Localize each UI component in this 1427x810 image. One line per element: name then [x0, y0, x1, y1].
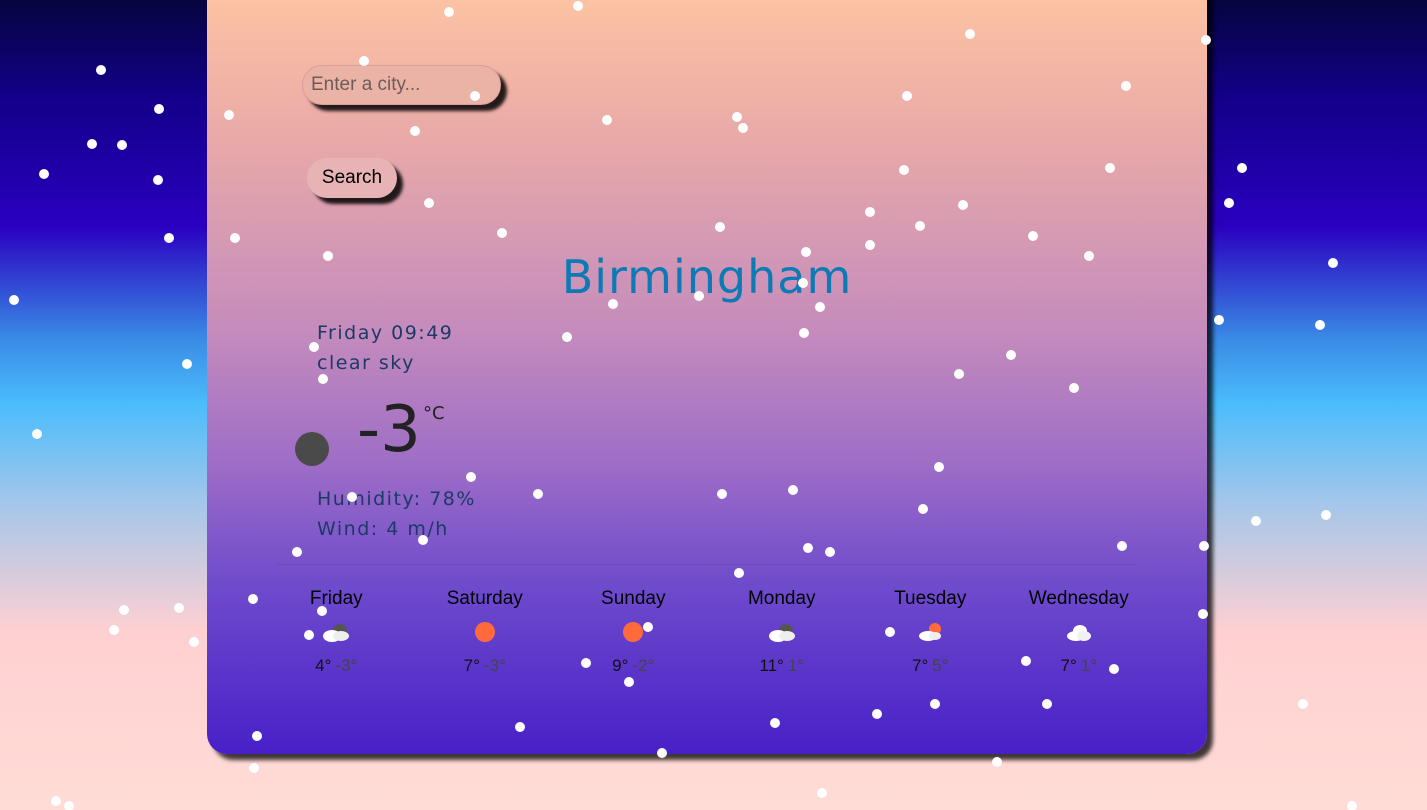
snowflake: [1237, 163, 1247, 173]
snowflake: [87, 139, 97, 149]
forecast-low: -3°: [335, 656, 358, 675]
snowflake: [154, 104, 164, 114]
forecast-day-name: Friday: [309, 588, 363, 609]
forecast-day-name: Tuesday: [894, 588, 967, 609]
forecast-high: 4°: [315, 656, 332, 675]
forecast-low: 1°: [787, 656, 805, 675]
forecast-day-name: Sunday: [601, 588, 666, 609]
snowflake: [32, 429, 42, 439]
forecast-low: -2°: [632, 656, 655, 675]
forecast-day: Monday 11° 1°: [708, 588, 857, 676]
temperature-unit: °C: [423, 403, 445, 424]
city-name: Birmingham: [561, 250, 853, 304]
forecast-low: 1°: [1080, 656, 1098, 675]
snowflake: [992, 757, 1002, 767]
snowflake: [1328, 258, 1338, 268]
forecast-day: Wednesday 7° 1°: [1005, 588, 1154, 676]
snowflake: [249, 763, 259, 773]
forecast-day: Friday 4° -3°: [262, 588, 411, 676]
forecast-day: Tuesday 7° 5°: [856, 588, 1005, 676]
snowflake: [1251, 516, 1261, 526]
forecast-high: 7°: [911, 656, 929, 675]
snowflake: [39, 169, 49, 179]
city-search-input[interactable]: [302, 65, 501, 105]
snowflake: [109, 625, 119, 635]
humidity: Humidity: 78%: [317, 488, 476, 510]
snowflake: [189, 637, 199, 647]
cloud-dark-icon: [768, 624, 795, 642]
forecast-high: 11°: [759, 656, 784, 675]
cloud-dark-icon: [323, 624, 350, 642]
date-time: Friday 09:49: [317, 322, 454, 344]
cloud-icon: [1066, 625, 1091, 641]
forecast-high: 9°: [612, 656, 629, 675]
cloud-sun-icon: [919, 623, 942, 641]
forecast-low: -3°: [483, 656, 506, 675]
snowflake: [119, 605, 129, 615]
snowflake: [117, 140, 127, 150]
forecast-high: 7°: [463, 656, 480, 675]
snowflake: [51, 796, 61, 806]
snowflake: [1321, 510, 1331, 520]
forecast-low: 5°: [932, 656, 949, 675]
snowflake: [164, 233, 174, 243]
divider: [277, 564, 1137, 565]
snowflake: [1224, 198, 1234, 208]
snowflake: [9, 295, 19, 305]
sun-icon: [474, 622, 495, 642]
forecast-day: Saturday 7° -3°: [411, 588, 560, 676]
snowflake: [1298, 699, 1308, 709]
snowflake: [153, 175, 163, 185]
snowflake: [174, 603, 184, 613]
forecast-day: Sunday 9° -2°: [559, 588, 708, 676]
snowflake: [1214, 315, 1224, 325]
forecast-day-name: Saturday: [446, 588, 523, 609]
weather-description: clear sky: [317, 352, 415, 374]
current-temperature: -3: [357, 393, 421, 467]
forecast-high: 7°: [1060, 656, 1077, 675]
snowflake: [182, 359, 192, 369]
snowflake: [1315, 320, 1325, 330]
forecast-day-name: Wednesday: [1028, 588, 1129, 609]
forecast-list: Friday 4° -3° Saturday 7° -3° Sunday 9° …: [262, 588, 1162, 676]
sun-icon: [623, 622, 644, 642]
current-weather-icon: [295, 432, 329, 466]
forecast-day-name: Monday: [747, 588, 816, 609]
weather-card: Search Birmingham Friday 09:49 clear sky…: [207, 0, 1207, 754]
snowflake: [817, 788, 827, 798]
search-button[interactable]: Search: [307, 158, 397, 198]
snowflake: [96, 65, 106, 75]
snowflake: [1347, 801, 1357, 810]
wind: Wind: 4 m/h: [317, 518, 449, 540]
snowflake: [64, 801, 74, 810]
